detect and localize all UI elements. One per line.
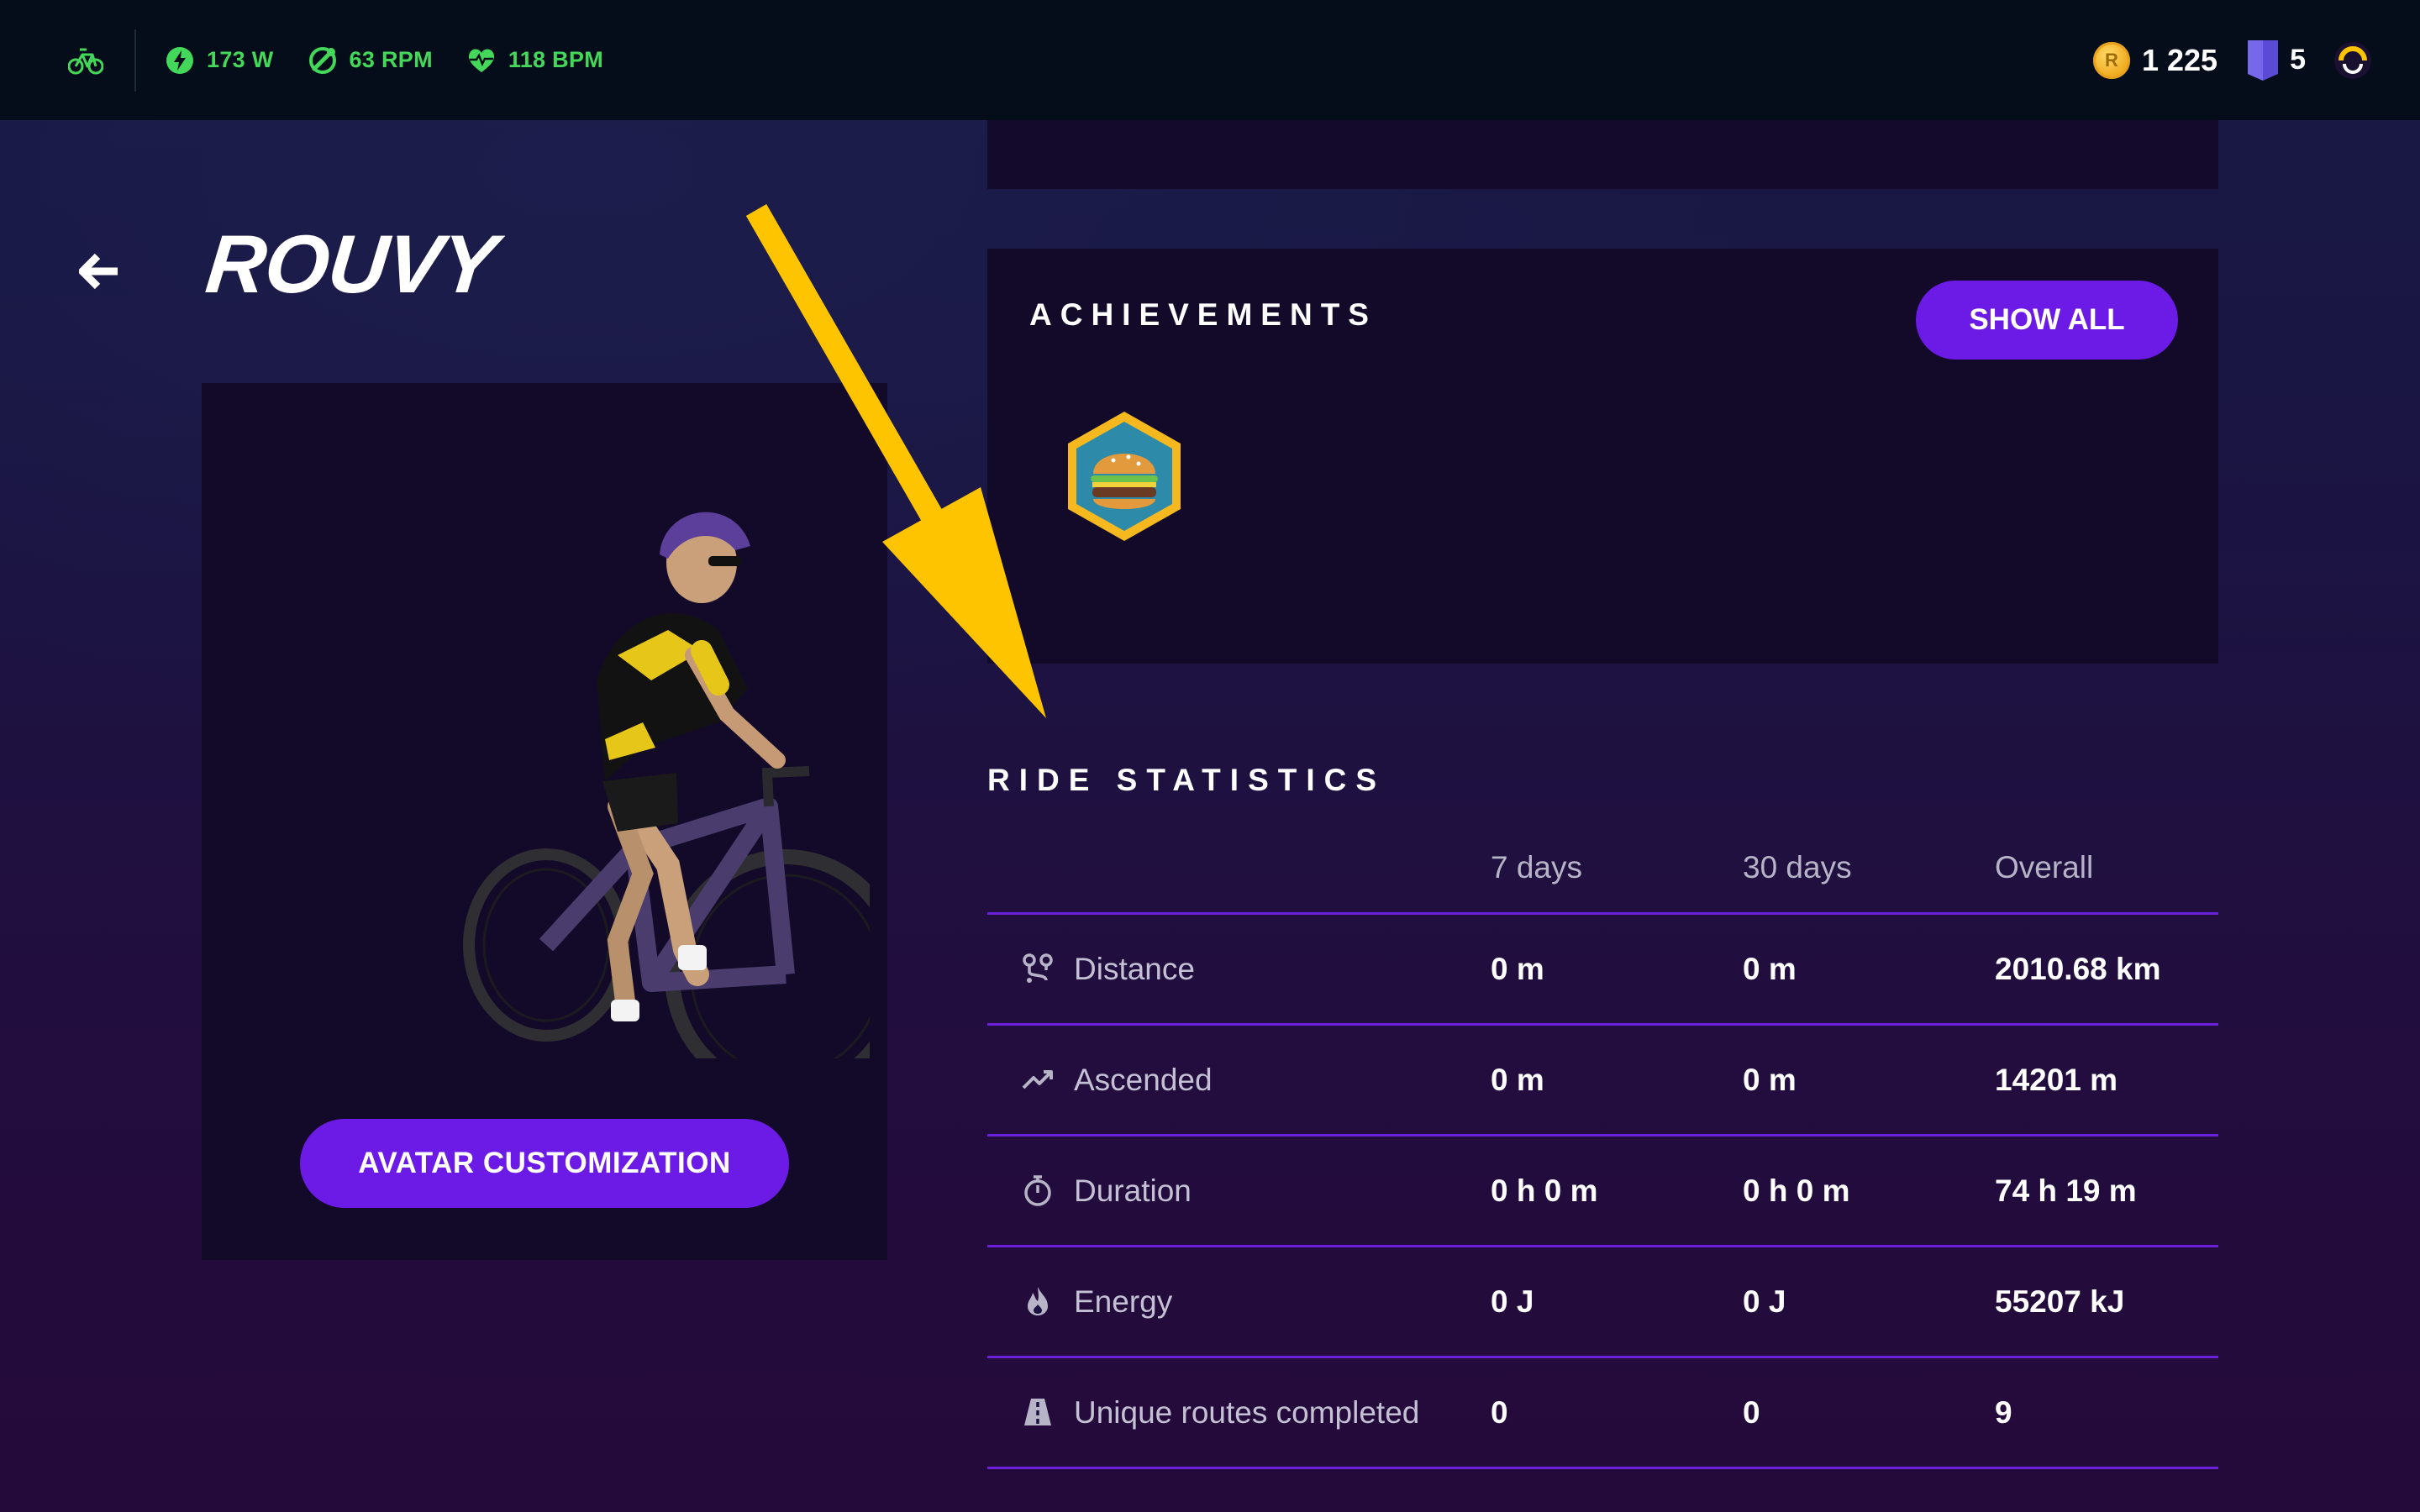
distance-icon [1021,952,1055,985]
avatar-card: AVATAR CUSTOMIZATION [202,383,887,1260]
avatar-customization-button[interactable]: AVATAR CUSTOMIZATION [300,1119,789,1208]
value-overall: 55207 kJ [1995,1284,2125,1319]
row-label: Energy [1074,1284,1173,1319]
row-label: Duration [1074,1173,1192,1208]
coin-icon: R [2092,41,2130,79]
table-row-unique-routes: Unique routes completed 0 0 9 [987,1358,2218,1469]
wallet: R 1 225 5 [2092,0,2371,120]
table-row-duration: Duration 0 h 0 m 0 h 0 m 74 h 19 m [987,1137,2218,1247]
ride-statistics-table: 7 days 30 days Overall Distance 0 m 0 m … [987,840,2218,1469]
shield-icon [2246,39,2280,82]
show-all-button[interactable]: SHOW ALL [1916,281,2178,360]
value-overall: 14201 m [1995,1063,2118,1097]
coin-balance: 1 225 [2141,42,2218,77]
previous-section-card [987,120,2218,189]
cyclist-avatar [463,512,870,1058]
table-row-energy: Energy 0 J 0 J 55207 kJ [987,1247,2218,1358]
value-30-days: 0 h 0 m [1743,1173,1850,1208]
row-label: Ascended [1074,1063,1213,1097]
value-30-days: 0 m [1743,1063,1797,1097]
row-label: Unique routes completed [1074,1395,1420,1430]
live-metrics: 173 W 63 RPM 118 BPM [0,0,637,120]
value-overall: 2010.68 km [1995,952,2161,986]
value-7-days: 0 [1491,1395,1508,1430]
rouvy-logo-icon[interactable] [2334,41,2371,79]
flame-icon [1021,1284,1055,1318]
cadence-metric: 63 RPM [308,45,433,76]
heart-rate-icon [466,45,497,76]
stopwatch-icon [1021,1173,1055,1207]
bicycle-icon [67,42,104,79]
value-7-days: 0 J [1491,1284,1534,1319]
value-7-days: 0 m [1491,1063,1544,1097]
column-header-30-days: 30 days [1743,850,1852,885]
divider [134,29,136,92]
table-header: 7 days 30 days Overall [987,840,2218,915]
value-7-days: 0 m [1491,952,1544,986]
top-status-bar: 173 W 63 RPM 118 BPM R 1 225 5 [0,0,2420,120]
table-row-ascended: Ascended 0 m 0 m 14201 m [987,1026,2218,1137]
road-icon [1021,1395,1055,1429]
value-7-days: 0 h 0 m [1491,1173,1598,1208]
power-metric: 173 W [165,45,274,76]
value-30-days: 0 J [1743,1284,1786,1319]
achievements-card: ACHIEVEMENTS SHOW ALL [987,249,2218,664]
table-row-distance: Distance 0 m 0 m 2010.68 km [987,915,2218,1026]
level-value: 5 [2290,44,2306,76]
value-overall: 9 [1995,1395,2012,1430]
value-30-days: 0 [1743,1395,1760,1430]
back-button[interactable] [77,249,123,294]
lightning-icon [165,45,195,76]
row-label: Distance [1074,952,1195,986]
column-header-7-days: 7 days [1491,850,1583,885]
column-header-overall: Overall [1995,850,2094,885]
burger-badge-icon[interactable] [1063,408,1186,544]
arrow-left-icon [79,253,118,290]
heart-rate-metric: 118 BPM [466,45,603,76]
ascend-icon [1021,1063,1055,1096]
cadence-icon [308,45,338,76]
value-overall: 74 h 19 m [1995,1173,2137,1208]
power-value: 173 W [207,47,274,72]
achievements-title: ACHIEVEMENTS [1029,297,1377,332]
page-title: ROUVY [202,218,501,310]
cadence-value: 63 RPM [349,47,433,72]
value-30-days: 0 m [1743,952,1797,986]
heart-rate-value: 118 BPM [508,47,604,72]
ride-statistics-title: RIDE STATISTICS [987,763,1386,797]
